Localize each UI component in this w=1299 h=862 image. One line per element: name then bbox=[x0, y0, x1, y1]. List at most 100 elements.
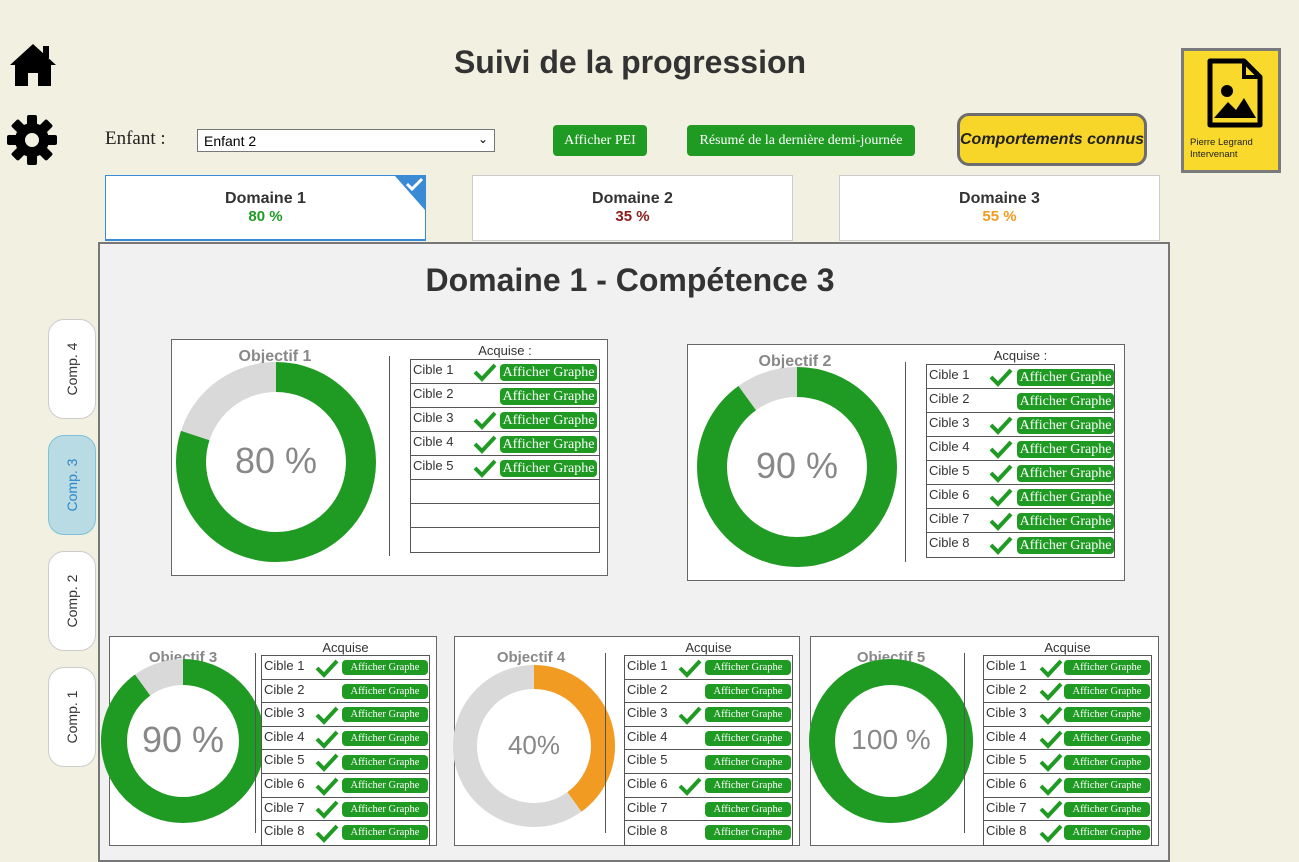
cible-row: Cible 2 Afficher Graphe bbox=[411, 384, 599, 408]
check-icon bbox=[473, 459, 497, 478]
afficher-graphe-button[interactable]: Afficher Graphe bbox=[705, 801, 791, 817]
domain-pct: 55 % bbox=[982, 208, 1017, 225]
user-card[interactable]: Pierre Legrand Intervenant bbox=[1181, 48, 1281, 173]
tab-comp-2[interactable]: Comp. 2 bbox=[48, 551, 96, 651]
afficher-graphe-button[interactable]: Afficher Graphe bbox=[1064, 754, 1150, 770]
afficher-graphe-button[interactable]: Afficher Graphe bbox=[705, 660, 791, 676]
check-icon bbox=[473, 411, 497, 430]
afficher-pei-button[interactable]: Afficher PEI bbox=[553, 125, 647, 156]
tab-comp-3[interactable]: Comp. 3 bbox=[48, 435, 96, 535]
afficher-graphe-button[interactable]: Afficher Graphe bbox=[342, 754, 428, 770]
cible-label: Cible 1 bbox=[413, 362, 454, 377]
check-icon bbox=[989, 368, 1013, 387]
afficher-graphe-button[interactable]: Afficher Graphe bbox=[1017, 488, 1114, 506]
acquise-label: Acquise : bbox=[478, 343, 532, 358]
afficher-graphe-button[interactable]: Afficher Graphe bbox=[705, 731, 791, 747]
divider bbox=[905, 362, 906, 562]
cible-row: Cible 7 Afficher Graphe bbox=[984, 798, 1151, 822]
cible-row: Cible 8 Afficher Graphe bbox=[625, 821, 792, 845]
afficher-graphe-button[interactable]: Afficher Graphe bbox=[500, 435, 597, 453]
cible-label: Cible 3 bbox=[929, 415, 970, 430]
cible-label: Cible 5 bbox=[929, 463, 970, 478]
tab-comp-4[interactable]: Comp. 4 bbox=[48, 319, 96, 419]
cible-row: Cible 5 Afficher Graphe bbox=[411, 456, 599, 480]
tab-domaine-1[interactable]: Domaine 1 80 % bbox=[105, 175, 426, 241]
comp-label: Comp. 1 bbox=[64, 690, 80, 744]
check-icon bbox=[989, 416, 1013, 435]
check-icon bbox=[1039, 753, 1063, 773]
objectif-percent: 40% bbox=[507, 729, 561, 760]
afficher-graphe-button[interactable]: Afficher Graphe bbox=[1017, 464, 1114, 482]
afficher-graphe-button[interactable]: Afficher Graphe bbox=[500, 387, 597, 405]
cible-row: Cible 3 Afficher Graphe bbox=[927, 413, 1114, 437]
afficher-graphe-button[interactable]: Afficher Graphe bbox=[500, 363, 597, 381]
cible-row: Cible 4 Afficher Graphe bbox=[927, 437, 1114, 461]
afficher-graphe-button[interactable]: Afficher Graphe bbox=[1064, 778, 1150, 794]
afficher-graphe-button[interactable]: Afficher Graphe bbox=[500, 459, 597, 477]
afficher-graphe-button[interactable]: Afficher Graphe bbox=[342, 731, 428, 747]
check-icon bbox=[315, 777, 339, 796]
cible-row: Cible 5 Afficher Graphe bbox=[927, 461, 1114, 485]
cible-row: Cible 2 Afficher Graphe bbox=[625, 680, 792, 704]
afficher-graphe-button[interactable]: Afficher Graphe bbox=[705, 707, 791, 723]
check-icon bbox=[315, 659, 339, 678]
cible-label: Cible 3 bbox=[627, 705, 668, 721]
user-role: Intervenant bbox=[1190, 149, 1238, 160]
afficher-graphe-button[interactable]: Afficher Graphe bbox=[1017, 368, 1114, 386]
check-icon bbox=[473, 363, 497, 382]
tab-domaine-3[interactable]: Domaine 3 55 % bbox=[839, 175, 1160, 241]
afficher-graphe-button[interactable]: Afficher Graphe bbox=[1017, 512, 1114, 530]
afficher-graphe-button[interactable]: Afficher Graphe bbox=[1017, 392, 1114, 410]
cible-row: Cible 4 Afficher Graphe bbox=[625, 727, 792, 751]
afficher-graphe-button[interactable]: Afficher Graphe bbox=[500, 411, 597, 429]
afficher-graphe-button[interactable]: Afficher Graphe bbox=[1064, 683, 1150, 699]
tab-domaine-2[interactable]: Domaine 2 35 % bbox=[472, 175, 793, 241]
acquise-label: Acquise bbox=[1044, 640, 1091, 655]
cible-row: Cible 6 Afficher Graphe bbox=[927, 485, 1114, 509]
afficher-graphe-button[interactable]: Afficher Graphe bbox=[1064, 801, 1150, 817]
enfant-select[interactable]: Enfant 2 ⌄ bbox=[197, 129, 495, 152]
cible-label: Cible 5 bbox=[627, 752, 668, 768]
afficher-graphe-button[interactable]: Afficher Graphe bbox=[342, 825, 428, 841]
check-icon bbox=[1039, 730, 1063, 749]
domain-pct: 80 % bbox=[248, 208, 283, 225]
afficher-graphe-button[interactable]: Afficher Graphe bbox=[705, 754, 791, 770]
cible-label: Cible 8 bbox=[986, 823, 1027, 839]
resume-demi-journee-button[interactable]: Résumé de la dernière demi-journée bbox=[687, 125, 915, 156]
check-icon bbox=[989, 536, 1013, 555]
afficher-graphe-button[interactable]: Afficher Graphe bbox=[342, 683, 428, 699]
check-icon bbox=[315, 753, 339, 773]
acquise-label: Acquise : bbox=[993, 348, 1048, 363]
afficher-graphe-button[interactable]: Afficher Graphe bbox=[1064, 731, 1150, 747]
objectif-percent: 80 % bbox=[234, 439, 318, 481]
cible-row: Cible 2 Afficher Graphe bbox=[262, 680, 429, 704]
afficher-graphe-button[interactable]: Afficher Graphe bbox=[342, 801, 428, 817]
afficher-graphe-button[interactable]: Afficher Graphe bbox=[342, 778, 428, 794]
afficher-graphe-button[interactable]: Afficher Graphe bbox=[1064, 825, 1150, 841]
user-name: Pierre Legrand bbox=[1190, 137, 1253, 148]
afficher-graphe-button[interactable]: Afficher Graphe bbox=[705, 683, 791, 699]
afficher-graphe-button[interactable]: Afficher Graphe bbox=[1017, 416, 1114, 434]
gear-icon[interactable] bbox=[7, 114, 57, 166]
divider bbox=[255, 653, 256, 833]
afficher-graphe-button[interactable]: Afficher Graphe bbox=[705, 825, 791, 841]
divider bbox=[964, 653, 965, 833]
cible-label: Cible 7 bbox=[986, 799, 1027, 815]
afficher-graphe-button[interactable]: Afficher Graphe bbox=[705, 778, 791, 794]
cible-label: Cible 2 bbox=[986, 681, 1027, 697]
check-icon bbox=[1039, 800, 1063, 820]
afficher-graphe-button[interactable]: Afficher Graphe bbox=[1064, 660, 1150, 676]
afficher-graphe-button[interactable]: Afficher Graphe bbox=[1017, 440, 1114, 458]
afficher-graphe-button[interactable]: Afficher Graphe bbox=[342, 707, 428, 723]
cible-label: Cible 4 bbox=[986, 728, 1027, 744]
afficher-graphe-button[interactable]: Afficher Graphe bbox=[342, 660, 428, 676]
cible-label: Cible 1 bbox=[929, 367, 970, 382]
afficher-graphe-button[interactable]: Afficher Graphe bbox=[1064, 707, 1150, 723]
comportements-connus-button[interactable]: Comportements connus bbox=[957, 113, 1147, 166]
cible-row: Cible 3 Afficher Graphe bbox=[625, 703, 792, 727]
cible-row: Cible 5 Afficher Graphe bbox=[262, 750, 429, 774]
check-icon bbox=[989, 488, 1013, 507]
cible-label: Cible 3 bbox=[264, 705, 305, 721]
chevron-down-icon: ⌄ bbox=[477, 132, 488, 146]
afficher-graphe-button[interactable]: Afficher Graphe bbox=[1017, 536, 1114, 554]
